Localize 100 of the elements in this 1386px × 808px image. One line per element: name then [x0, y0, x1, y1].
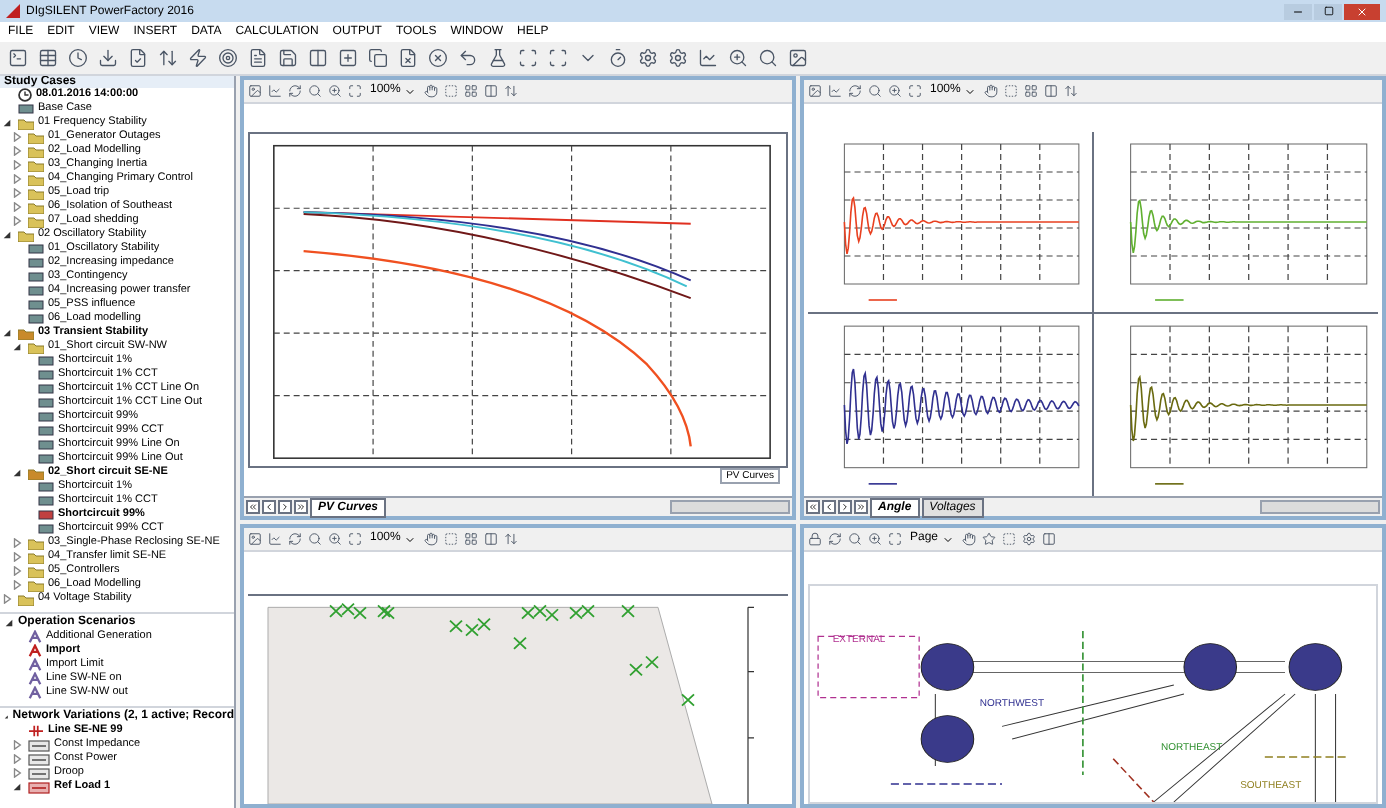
circle-x-icon[interactable]	[428, 48, 448, 68]
zoom-icon[interactable]	[328, 84, 342, 98]
chart-icon[interactable]	[268, 532, 282, 546]
refresh-icon[interactable]	[288, 84, 302, 98]
undo-icon[interactable]	[458, 48, 478, 68]
grid-icon[interactable]	[464, 532, 479, 546]
settings-icon[interactable]	[1022, 532, 1037, 546]
expanded-caret-icon[interactable]	[12, 468, 22, 478]
hand-icon[interactable]	[424, 532, 439, 546]
chart-icon[interactable]	[698, 48, 718, 68]
search-icon[interactable]	[868, 84, 882, 98]
expanded-caret-icon[interactable]	[12, 782, 22, 792]
columns-icon[interactable]	[484, 84, 499, 98]
expanded-caret-icon[interactable]	[2, 230, 12, 240]
lightning-icon[interactable]	[188, 48, 208, 68]
flask-icon[interactable]	[488, 48, 508, 68]
refresh-icon[interactable]	[288, 532, 302, 546]
settings-icon[interactable]	[638, 48, 658, 68]
fit-icon[interactable]	[888, 532, 902, 546]
search-icon[interactable]	[848, 532, 862, 546]
grid-icon[interactable]	[464, 84, 479, 98]
first-page-icon[interactable]	[246, 500, 260, 514]
download-icon[interactable]	[98, 48, 118, 68]
image-icon[interactable]	[808, 84, 822, 98]
star-icon[interactable]	[982, 532, 997, 546]
zoom-icon[interactable]	[728, 48, 748, 68]
refresh-icon[interactable]	[828, 532, 842, 546]
scan-icon[interactable]	[548, 48, 568, 68]
fit-icon[interactable]	[348, 84, 362, 98]
settings-icon[interactable]	[668, 48, 688, 68]
image-icon[interactable]	[788, 48, 808, 68]
search-icon[interactable]	[758, 48, 778, 68]
stopwatch-icon[interactable]	[608, 48, 628, 68]
arrows-icon[interactable]	[1064, 84, 1079, 98]
hand-icon[interactable]	[962, 532, 977, 546]
table-icon[interactable]	[38, 48, 58, 68]
collapsed-caret-icon[interactable]	[12, 202, 22, 212]
search-icon[interactable]	[308, 84, 322, 98]
file-check-icon[interactable]	[128, 48, 148, 68]
chart-icon[interactable]	[828, 84, 842, 98]
collapsed-caret-icon[interactable]	[12, 740, 22, 750]
close-button[interactable]	[1344, 3, 1380, 19]
save-icon[interactable]	[278, 48, 298, 68]
collapsed-caret-icon[interactable]	[2, 594, 12, 604]
chart-icon[interactable]	[268, 84, 282, 98]
copy-icon[interactable]	[368, 48, 388, 68]
collapsed-caret-icon[interactable]	[12, 146, 22, 156]
first-page-icon[interactable]	[806, 500, 820, 514]
fit-icon[interactable]	[908, 84, 922, 98]
expanded-caret-icon[interactable]	[2, 328, 12, 338]
collapsed-caret-icon[interactable]	[12, 566, 22, 576]
next-page-icon[interactable]	[278, 500, 292, 514]
arrows-icon[interactable]	[158, 48, 178, 68]
clock-icon[interactable]	[68, 48, 88, 68]
fit-icon[interactable]	[348, 532, 362, 546]
collapsed-caret-icon[interactable]	[12, 132, 22, 142]
square-plus-icon[interactable]	[338, 48, 358, 68]
document-icon[interactable]	[248, 48, 268, 68]
columns-icon[interactable]	[484, 532, 499, 546]
last-page-icon[interactable]	[854, 500, 868, 514]
search-icon[interactable]	[308, 532, 322, 546]
zoom-icon[interactable]	[868, 532, 882, 546]
collapsed-caret-icon[interactable]	[12, 216, 22, 226]
zoom-icon[interactable]	[328, 532, 342, 546]
columns-icon[interactable]	[1042, 532, 1057, 546]
collapsed-caret-icon[interactable]	[12, 580, 22, 590]
expanded-caret-icon[interactable]	[12, 342, 22, 352]
expanded-caret-icon[interactable]	[4, 618, 14, 628]
expanded-caret-icon[interactable]	[2, 118, 12, 128]
collapsed-caret-icon[interactable]	[12, 768, 22, 778]
collapsed-caret-icon[interactable]	[12, 538, 22, 548]
lock-icon[interactable]	[808, 532, 822, 546]
horizontal-scrollbar[interactable]	[1260, 500, 1380, 514]
previous-page-icon[interactable]	[822, 500, 836, 514]
grid-icon[interactable]	[1024, 84, 1039, 98]
terminal-icon[interactable]	[8, 48, 28, 68]
collapsed-caret-icon[interactable]	[12, 188, 22, 198]
next-page-icon[interactable]	[838, 500, 852, 514]
previous-page-icon[interactable]	[262, 500, 276, 514]
collapsed-caret-icon[interactable]	[12, 160, 22, 170]
last-page-icon[interactable]	[294, 500, 308, 514]
collapsed-caret-icon[interactable]	[12, 174, 22, 184]
columns-icon[interactable]	[1044, 84, 1059, 98]
hand-icon[interactable]	[424, 84, 439, 98]
hand-icon[interactable]	[984, 84, 999, 98]
image-icon[interactable]	[248, 532, 262, 546]
collapsed-caret-icon[interactable]	[12, 754, 22, 764]
arrows-icon[interactable]	[504, 84, 519, 98]
maximize-button[interactable]	[1314, 3, 1342, 19]
zoom-icon[interactable]	[888, 84, 902, 98]
minimize-button[interactable]	[1284, 3, 1312, 19]
collapsed-caret-icon[interactable]	[12, 552, 22, 562]
arrows-icon[interactable]	[504, 532, 519, 546]
target-icon[interactable]	[218, 48, 238, 68]
file-x-icon[interactable]	[398, 48, 418, 68]
image-icon[interactable]	[248, 84, 262, 98]
refresh-icon[interactable]	[848, 84, 862, 98]
scan-icon[interactable]	[518, 48, 538, 68]
columns-icon[interactable]	[308, 48, 328, 68]
horizontal-scrollbar[interactable]	[670, 500, 790, 514]
